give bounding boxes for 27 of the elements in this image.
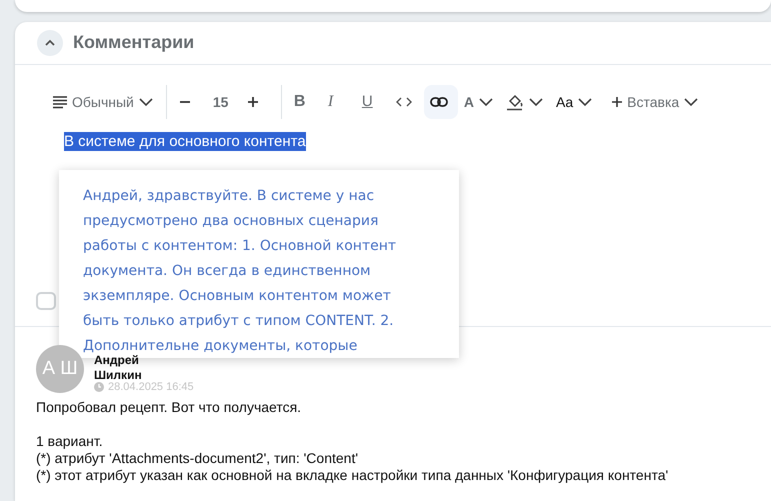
avatar: А Ш: [36, 345, 84, 393]
popup-text: Андрей, здравствуйте. В системе у нас предусмотрено два основных сценария работы с контентом: 1. Основной контент документа. Он всегда в единственном экземпляре. Основным контентом может быть только атрибут с типом CONTENT. 2. Дополнительне документы, которые: [83, 187, 398, 355]
insert-dropdown[interactable]: Вставка: [605, 85, 706, 120]
selected-text: В системе для основного контента: [64, 132, 306, 151]
code-icon: [396, 96, 412, 108]
plus-icon: [611, 96, 624, 108]
link-button[interactable]: [424, 85, 458, 120]
comment-line: (*) атрибут 'Attachments-document2', тип: 'Content': [36, 450, 360, 467]
comment-line: Попробовал рецепт. Вот что получается.: [36, 399, 302, 416]
author-name: Андрей Шилкин: [94, 353, 143, 382]
plus-icon: [246, 96, 259, 108]
paragraph-icon: [52, 94, 68, 110]
paint-bucket-icon: [506, 93, 524, 112]
comment-line: 1 вариант.: [36, 433, 104, 450]
italic-button[interactable]: I: [322, 85, 356, 120]
checkbox[interactable]: [36, 292, 56, 310]
bold-button[interactable]: B: [288, 85, 322, 120]
comment-line: (*) этот атрибут указан как основной на вкладке настройки типа данных 'Конфигурация контента': [36, 467, 670, 484]
paragraph-style-dropdown[interactable]: Обычный: [46, 85, 160, 120]
collapse-button[interactable]: [37, 30, 63, 56]
comment-date: 28.04.2025 16:45: [108, 380, 194, 395]
font-size-value: 15: [212, 92, 230, 112]
underline-button[interactable]: U: [356, 85, 390, 120]
link-icon: [430, 96, 448, 108]
section-title: Комментарии: [73, 31, 194, 54]
text-color-dropdown[interactable]: A: [458, 85, 500, 120]
text-case-dropdown[interactable]: Aa: [550, 85, 600, 120]
